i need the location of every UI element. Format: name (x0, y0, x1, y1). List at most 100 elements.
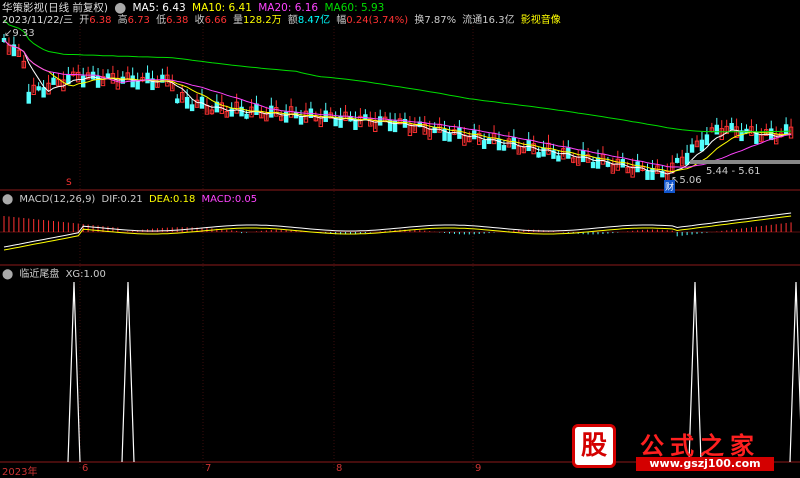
macd-title[interactable]: MACD(12,26,9) (19, 194, 95, 205)
ma-dropdown-icon[interactable]: ⬤ (114, 2, 126, 14)
float-value: 16.3亿 (482, 15, 515, 26)
candle-body (244, 113, 249, 119)
candle-body (714, 124, 719, 135)
range-marker: 5.44 - 5.61 (706, 166, 761, 177)
x-axis-month-6: 6 (82, 463, 89, 474)
macd-value: 0.05 (234, 194, 258, 205)
macd-label: MACD: (201, 194, 235, 205)
amount-value: 8.47亿 (297, 15, 331, 26)
x-axis-month-9: 9 (475, 463, 482, 474)
candle-body (684, 152, 690, 165)
candle-body (323, 110, 328, 122)
watermark-logo: 股 (572, 424, 616, 468)
finance-badge[interactable]: 财 (664, 180, 676, 193)
candle-body (739, 130, 744, 142)
ma60-line (3, 19, 792, 133)
candle-body (689, 144, 695, 153)
volume-value: 128.2万 (243, 15, 282, 26)
close-label: 收 (194, 15, 205, 26)
xg-signal-spike (67, 281, 81, 463)
candle-body (729, 123, 734, 130)
candle-body (229, 108, 234, 117)
candle-body (481, 140, 487, 149)
amount-label: 额 (287, 15, 298, 26)
xg-signal-spike (789, 281, 800, 463)
volume-label: 量 (233, 15, 244, 26)
dif-label: DIF: (101, 194, 121, 205)
indicator-title[interactable]: 临近尾盘 (19, 269, 59, 280)
open-label: 开 (79, 15, 90, 26)
candle-body (635, 161, 640, 173)
quote-info-row: 2023/11/22/三 开6.38 高6.73 低6.38 收6.66 量12… (2, 14, 564, 27)
candle-body (783, 124, 789, 135)
candle-body (580, 150, 586, 163)
low-label: 低 (156, 15, 167, 26)
candle-body (645, 170, 650, 180)
dif-value: 0.21 (120, 194, 143, 205)
s-signal-badge[interactable]: S (66, 178, 72, 188)
kline-chart-canvas[interactable] (0, 0, 800, 476)
candle-body (145, 72, 150, 84)
candle-body (595, 157, 601, 169)
x-axis-month-7: 7 (205, 463, 212, 474)
xg-signal-spike (121, 281, 135, 463)
candle-body (36, 86, 41, 91)
watermark-url: www.gszj100.com (636, 457, 774, 471)
dea-value: 0.18 (173, 194, 196, 205)
candle-body (620, 159, 625, 168)
candle-body (704, 134, 710, 146)
sector-label[interactable]: 影视音像 (521, 15, 561, 26)
ma20-value: 6.16 (294, 2, 319, 14)
ma20-label: MA20: (258, 2, 292, 14)
ma10-label: MA10: (192, 2, 226, 14)
candle-body (556, 155, 561, 162)
ma10-value: 6.41 (228, 2, 252, 14)
candle-body (175, 98, 180, 104)
change-label: 幅 (336, 15, 347, 26)
price-level-bar (690, 160, 800, 164)
stock-title[interactable]: 华策影视(日线 前复权) (2, 2, 108, 14)
candle-body (298, 116, 304, 125)
high-label: 高 (117, 15, 128, 26)
turnover-value: 7.87% (424, 15, 457, 26)
candle-body (81, 75, 86, 88)
turnover-label: 换 (414, 15, 425, 26)
ma10-line (3, 39, 792, 173)
candle-body (650, 167, 655, 180)
ma5-label: MA5: (132, 2, 159, 14)
low-price-value: 5.06 (679, 175, 702, 186)
xg-value: 1.00 (83, 269, 106, 280)
float-label: 流通 (462, 15, 483, 26)
candle-body (189, 104, 195, 112)
candle-body (432, 127, 437, 134)
indicator-dropdown-icon[interactable]: ⬤ (2, 269, 13, 280)
ma5-line (3, 39, 792, 175)
low-value: 6.38 (166, 15, 189, 26)
change-value: 0.24(3.74%) (346, 15, 409, 26)
dea-line (3, 215, 792, 251)
candle-body (590, 161, 596, 169)
ma60-value: 5.93 (360, 2, 385, 14)
candle-body (105, 73, 111, 78)
open-value: 6.38 (89, 15, 112, 26)
dea-label: DEA: (148, 194, 174, 205)
x-axis-month-8: 8 (336, 463, 343, 474)
high-price-marker: ↙9.33 (4, 28, 35, 39)
candle-body (26, 91, 31, 104)
candle-body (536, 152, 541, 158)
macd-dropdown-icon[interactable]: ⬤ (2, 194, 13, 205)
candle-body (541, 147, 546, 157)
indicator-header-row: ⬤ 临近尾盘 XG:1.00 (2, 268, 109, 281)
ma60-label: MA60: (324, 2, 358, 14)
candle-body (501, 145, 507, 151)
candle-body (699, 139, 705, 152)
ma5-value: 6.43 (162, 2, 186, 14)
dif-line (3, 212, 792, 248)
candle-body (184, 97, 190, 109)
macd-header-row: ⬤ MACD(12,26,9) DIF:0.21 DEA:0.18 MACD:0… (2, 193, 260, 206)
ma20-line (3, 39, 792, 168)
candle-body (447, 132, 452, 142)
close-value: 6.66 (204, 15, 227, 26)
candle-body (51, 77, 56, 85)
quote-date: 2023/11/22/三 (2, 15, 74, 26)
